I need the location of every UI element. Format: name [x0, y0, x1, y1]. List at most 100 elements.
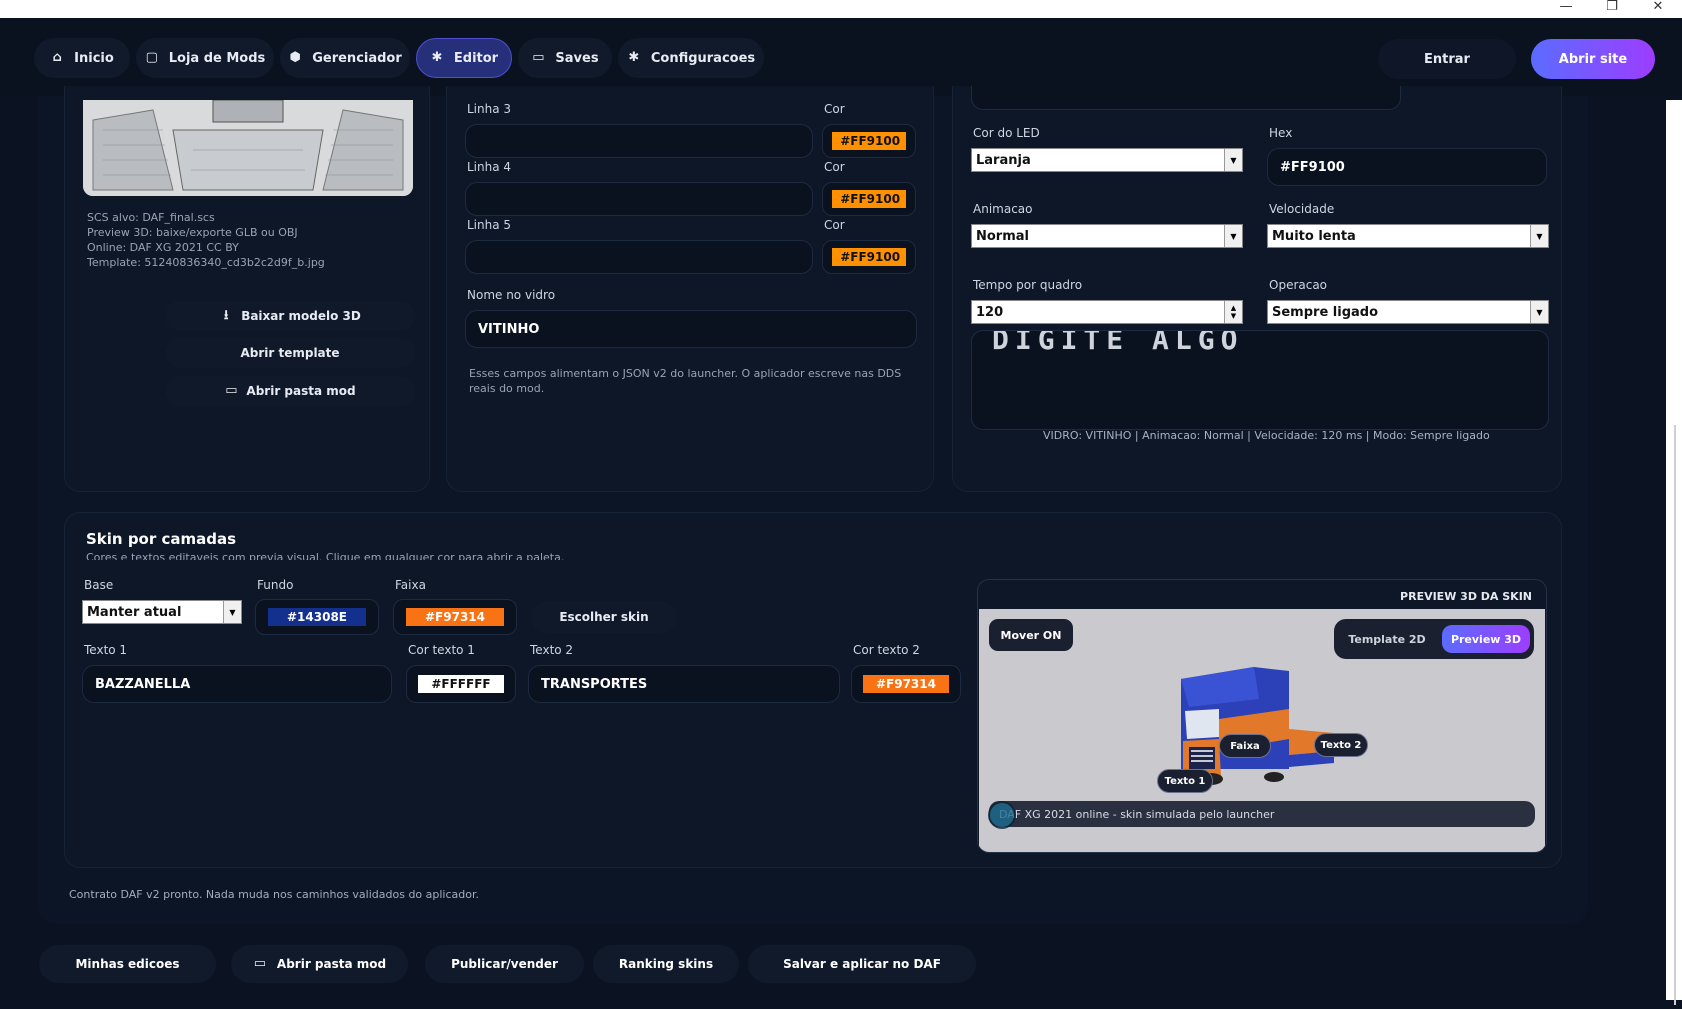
- tab-template-2d[interactable]: Template 2D: [1340, 625, 1434, 653]
- speed-label: Velocidade: [1269, 202, 1335, 216]
- tag-texto2[interactable]: Texto 2: [1314, 733, 1368, 757]
- led-preview-display: DIGITE ALGO: [971, 330, 1549, 430]
- close-icon[interactable]: ✕: [1638, 0, 1678, 18]
- stepper-arrows-icon[interactable]: ▲ ▼: [1224, 301, 1242, 323]
- glass-name-input[interactable]: VITINHO: [465, 310, 917, 348]
- minimize-icon[interactable]: —: [1546, 0, 1586, 18]
- line5-color-label: Cor: [824, 218, 845, 232]
- base-select[interactable]: Manter atual ▼: [82, 600, 242, 624]
- json-note: Esses campos alimentam o JSON v2 do laun…: [469, 367, 902, 395]
- open-site-button[interactable]: Abrir site: [1531, 39, 1655, 79]
- open-mod-folder-bottom-button[interactable]: ▭ Abrir pasta mod: [231, 945, 408, 983]
- folder-icon: ▭: [253, 956, 267, 971]
- chevron-down-icon[interactable]: ▼: [1224, 149, 1242, 171]
- led-panel: Cor do LED Laranja ▼ Hex #FF9100 Animacao…: [952, 86, 1562, 492]
- line4-color-label: Cor: [824, 160, 845, 174]
- nav-label: Inicio: [74, 50, 114, 66]
- model-panel: SCS alvo: DAF_final.scs Preview 3D: baix…: [64, 86, 430, 492]
- nav-editor[interactable]: ✱ Editor: [416, 38, 512, 78]
- template-file-text: Template: 51240836340_cd3b2c2d9f_b.jpg: [87, 256, 325, 269]
- save-apply-button[interactable]: Salvar e aplicar no DAF: [748, 945, 976, 983]
- open-mod-folder-button[interactable]: ▭ Abrir pasta mod: [165, 376, 415, 406]
- animation-label: Animacao: [973, 202, 1033, 216]
- text2-label: Texto 2: [530, 643, 574, 657]
- choose-skin-button[interactable]: Escolher skin: [531, 601, 677, 633]
- bg-color-picker[interactable]: #14308E: [255, 599, 379, 635]
- text2-color-picker[interactable]: #F97314: [851, 665, 961, 703]
- chevron-down-icon[interactable]: ▼: [223, 601, 241, 623]
- base-value: Manter atual: [87, 604, 182, 620]
- text1-color-swatch: #FFFFFF: [417, 675, 505, 693]
- frame-time-value: 120: [976, 304, 1004, 320]
- line3-color-picker[interactable]: #FF9100: [822, 124, 916, 158]
- gear-icon: ✱: [628, 50, 640, 65]
- text1-color-picker[interactable]: #FFFFFF: [406, 665, 516, 703]
- template-thumbnail: [83, 100, 413, 196]
- nav-loja-de-mods[interactable]: ▢ Loja de Mods: [136, 38, 274, 78]
- move-toggle-button[interactable]: Mover ON: [989, 619, 1073, 651]
- led-status-text: VIDRO: VITINHO | Animacao: Normal | Velo…: [1043, 429, 1490, 442]
- line5-input[interactable]: [465, 240, 813, 274]
- line3-input[interactable]: [465, 124, 813, 158]
- tab-preview-3d[interactable]: Preview 3D: [1442, 625, 1530, 653]
- chevron-down-icon[interactable]: ▼: [1530, 225, 1548, 247]
- my-editions-button[interactable]: Minhas edicoes: [39, 945, 216, 983]
- line4-input[interactable]: [465, 182, 813, 216]
- text1-input[interactable]: BAZZANELLA: [82, 665, 392, 703]
- chevron-down-icon[interactable]: ▼: [1530, 301, 1548, 323]
- animation-value: Normal: [976, 228, 1029, 244]
- led-color-select[interactable]: Laranja ▼: [971, 148, 1243, 172]
- skin-3d-preview: PREVIEW 3D DA SKIN Mover ON Template 2D …: [977, 579, 1547, 853]
- login-button[interactable]: Entrar: [1378, 39, 1516, 79]
- line4-color-picker[interactable]: #FF9100: [822, 182, 916, 216]
- line4-label: Linha 4: [467, 160, 512, 174]
- tag-faixa[interactable]: Faixa: [1219, 734, 1271, 758]
- nav-gerenciador[interactable]: ⬢ Gerenciador: [280, 38, 410, 78]
- stripe-color-picker[interactable]: #F97314: [393, 599, 517, 635]
- restore-icon[interactable]: ❐: [1592, 0, 1632, 18]
- contract-note: Contrato DAF v2 pronto. Nada muda nos ca…: [69, 888, 480, 901]
- online-model-text: Online: DAF XG 2021 CC BY: [87, 241, 239, 254]
- operation-select[interactable]: Sempre ligado ▼: [1267, 300, 1549, 324]
- nav-label: Loja de Mods: [168, 50, 266, 66]
- skin-panel: Skin por camadas Cores e textos editavei…: [64, 512, 1562, 868]
- loading-indicator-icon: [988, 801, 1016, 829]
- top-navigation: ⌂ Inicio ▢ Loja de Mods ⬢ Gerenciador ✱ Edit…: [0, 18, 1682, 96]
- chevron-down-icon[interactable]: ▼: [1224, 225, 1242, 247]
- nav-inicio[interactable]: ⌂ Inicio: [34, 38, 130, 78]
- line5-color-picker[interactable]: #FF9100: [822, 240, 916, 274]
- ranking-skins-button[interactable]: Ranking skins: [593, 945, 739, 983]
- stripe-color-swatch: #F97314: [406, 608, 504, 626]
- nav-configuracoes[interactable]: ✱ Configuracoes: [618, 38, 764, 78]
- nav-label: Saves: [555, 50, 599, 66]
- download-model-button[interactable]: ⭳ Baixar modelo 3D: [165, 301, 415, 331]
- text2-color-label: Cor texto 2: [853, 643, 920, 657]
- preview-caption: DAF XG 2021 online - skin simulada pelo …: [989, 801, 1535, 827]
- hex-label: Hex: [1269, 126, 1293, 140]
- folder-icon: ▭: [225, 383, 238, 398]
- preview-3d-text: Preview 3D: baixe/exporte GLB ou OBJ: [87, 226, 298, 239]
- preview-tabs: Template 2D Preview 3D: [1334, 619, 1534, 659]
- glass-name-label: Nome no vidro: [467, 288, 556, 302]
- speed-value: Muito lenta: [1272, 228, 1356, 244]
- vertical-scrollbar[interactable]: [1666, 100, 1682, 1005]
- nav-saves[interactable]: ▭ Saves: [518, 38, 612, 78]
- base-label: Base: [84, 578, 114, 592]
- text1-color-label: Cor texto 1: [408, 643, 475, 657]
- animation-select[interactable]: Normal ▼: [971, 224, 1243, 248]
- bg-color-label: Fundo: [257, 578, 294, 592]
- text2-input[interactable]: TRANSPORTES: [528, 665, 840, 703]
- tag-texto1[interactable]: Texto 1: [1157, 769, 1213, 793]
- scs-target-text: SCS alvo: DAF_final.scs: [87, 211, 215, 224]
- publish-button[interactable]: Publicar/vender: [425, 945, 584, 983]
- nav-label: Configuracoes: [650, 50, 756, 66]
- line3-color-label: Cor: [824, 102, 845, 116]
- speed-select[interactable]: Muito lenta ▼: [1267, 224, 1549, 248]
- open-template-button[interactable]: Abrir template: [165, 338, 415, 368]
- frame-time-stepper[interactable]: 120 ▲ ▼: [971, 300, 1243, 324]
- scrollbar-thumb[interactable]: [1674, 425, 1676, 1005]
- preview-canvas[interactable]: Mover ON Template 2D Preview 3D Faixa Te…: [979, 609, 1545, 852]
- truck-template-image: [83, 100, 413, 196]
- text2-color-swatch: #F97314: [862, 675, 950, 693]
- hex-input[interactable]: #FF9100: [1267, 148, 1547, 186]
